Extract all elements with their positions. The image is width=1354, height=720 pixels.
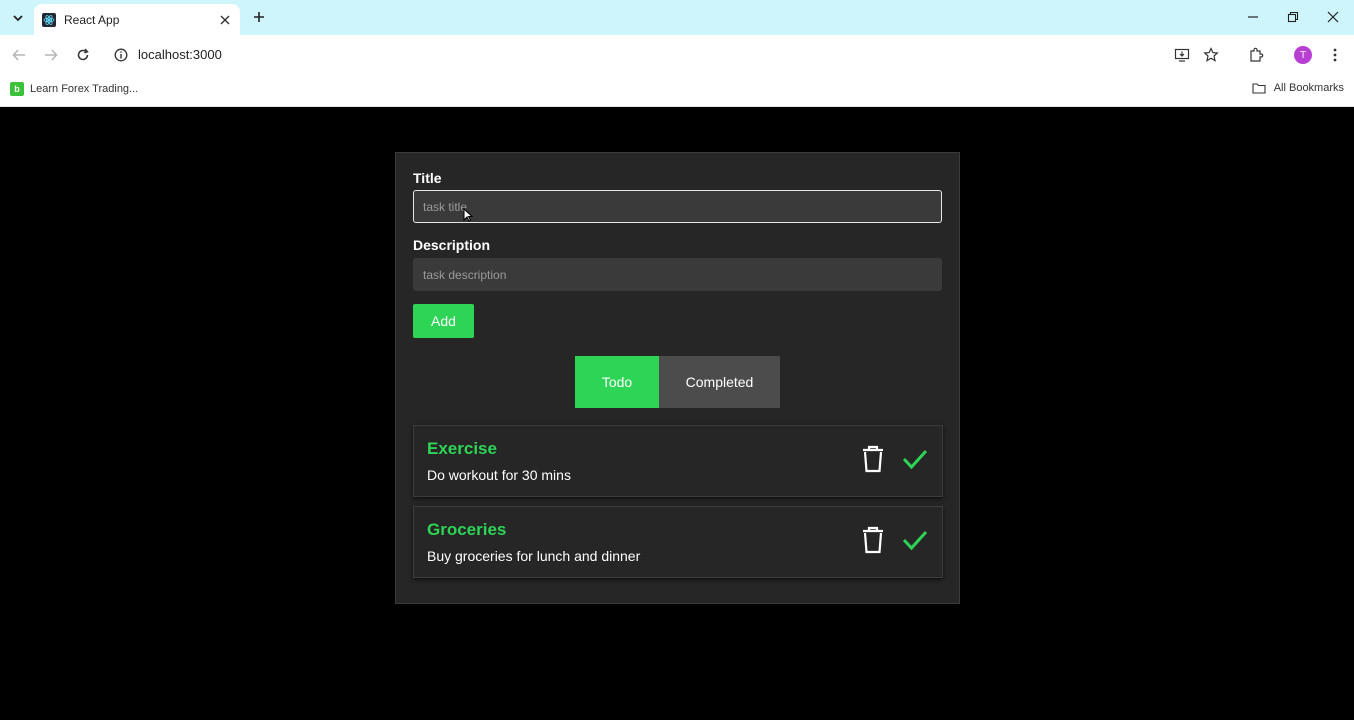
tab-close-button[interactable]: [216, 11, 234, 29]
forward-button[interactable]: [39, 43, 63, 67]
new-tab-button[interactable]: [248, 6, 270, 28]
reload-button[interactable]: [71, 43, 95, 67]
add-button[interactable]: Add: [413, 304, 474, 338]
complete-task-button[interactable]: [901, 525, 929, 555]
address-bar[interactable]: localhost:3000: [138, 47, 222, 62]
browser-menu-button[interactable]: [1323, 43, 1347, 67]
mouse-cursor-icon: [463, 208, 473, 222]
bookmarks-bar: b Learn Forex Trading... All Bookmarks: [0, 76, 1354, 107]
task-description: Buy groceries for lunch and dinner: [427, 548, 641, 564]
task-title: Groceries: [427, 520, 507, 539]
app-page: Title Description Add Todo Completed Exe…: [0, 107, 1354, 720]
site-info-button[interactable]: [110, 44, 132, 66]
restore-icon: [1287, 11, 1299, 23]
puzzle-icon: [1250, 47, 1264, 62]
bookmark-item[interactable]: b Learn Forex Trading...: [10, 82, 138, 96]
close-window-button[interactable]: [1313, 5, 1353, 29]
todo-card: Title Description Add Todo Completed Exe…: [395, 152, 960, 604]
minimize-icon: [1248, 16, 1258, 18]
bookmark-label: Learn Forex Trading...: [30, 83, 139, 95]
task-title: Exercise: [427, 439, 497, 458]
task-description: Do workout for 30 mins: [427, 467, 571, 483]
delete-task-button[interactable]: [860, 444, 886, 474]
title-input[interactable]: [413, 190, 942, 223]
all-bookmarks-button[interactable]: All Bookmarks: [1252, 82, 1344, 94]
complete-task-button[interactable]: [901, 444, 929, 474]
browser-toolbar: localhost:3000 T: [0, 35, 1354, 76]
install-app-button[interactable]: [1170, 43, 1194, 67]
description-label: Description: [413, 237, 491, 253]
close-icon: [1327, 11, 1339, 23]
back-button[interactable]: [7, 43, 31, 67]
star-icon: [1203, 47, 1219, 62]
trash-icon: [863, 526, 883, 554]
tab-title: React App: [64, 12, 120, 27]
restore-button[interactable]: [1273, 5, 1313, 29]
bookmark-favicon: b: [10, 82, 24, 96]
extensions-button[interactable]: [1244, 43, 1268, 67]
delete-task-button[interactable]: [860, 525, 886, 555]
all-bookmarks-label: All Bookmarks: [1273, 82, 1344, 94]
react-logo-icon: [42, 12, 56, 27]
trash-icon: [863, 445, 883, 473]
tab-completed[interactable]: Completed: [659, 356, 780, 408]
browser-tab[interactable]: React App: [34, 4, 240, 35]
minimize-button[interactable]: [1233, 5, 1273, 29]
browser-tab-bar: React App: [0, 0, 1354, 35]
check-icon: [902, 530, 928, 551]
install-icon: [1174, 48, 1190, 62]
task-item: Exercise Do workout for 30 mins: [413, 425, 943, 497]
profile-button[interactable]: T: [1291, 43, 1315, 67]
tab-search-button[interactable]: [6, 6, 30, 30]
info-icon: [114, 48, 128, 62]
arrow-left-icon: [12, 49, 25, 61]
title-label: Title: [413, 170, 442, 186]
folder-icon: [1252, 83, 1266, 94]
bookmark-star-button[interactable]: [1199, 43, 1223, 67]
arrow-right-icon: [45, 49, 58, 61]
task-item: Groceries Buy groceries for lunch and di…: [413, 506, 943, 578]
more-vertical-icon: [1333, 48, 1337, 62]
tab-todo[interactable]: Todo: [575, 356, 659, 408]
description-input[interactable]: [413, 258, 942, 291]
reload-icon: [77, 48, 89, 61]
avatar: T: [1294, 46, 1312, 64]
chevron-down-icon: [13, 15, 23, 22]
check-icon: [902, 449, 928, 470]
close-icon: [220, 15, 230, 24]
plus-icon: [254, 12, 264, 22]
